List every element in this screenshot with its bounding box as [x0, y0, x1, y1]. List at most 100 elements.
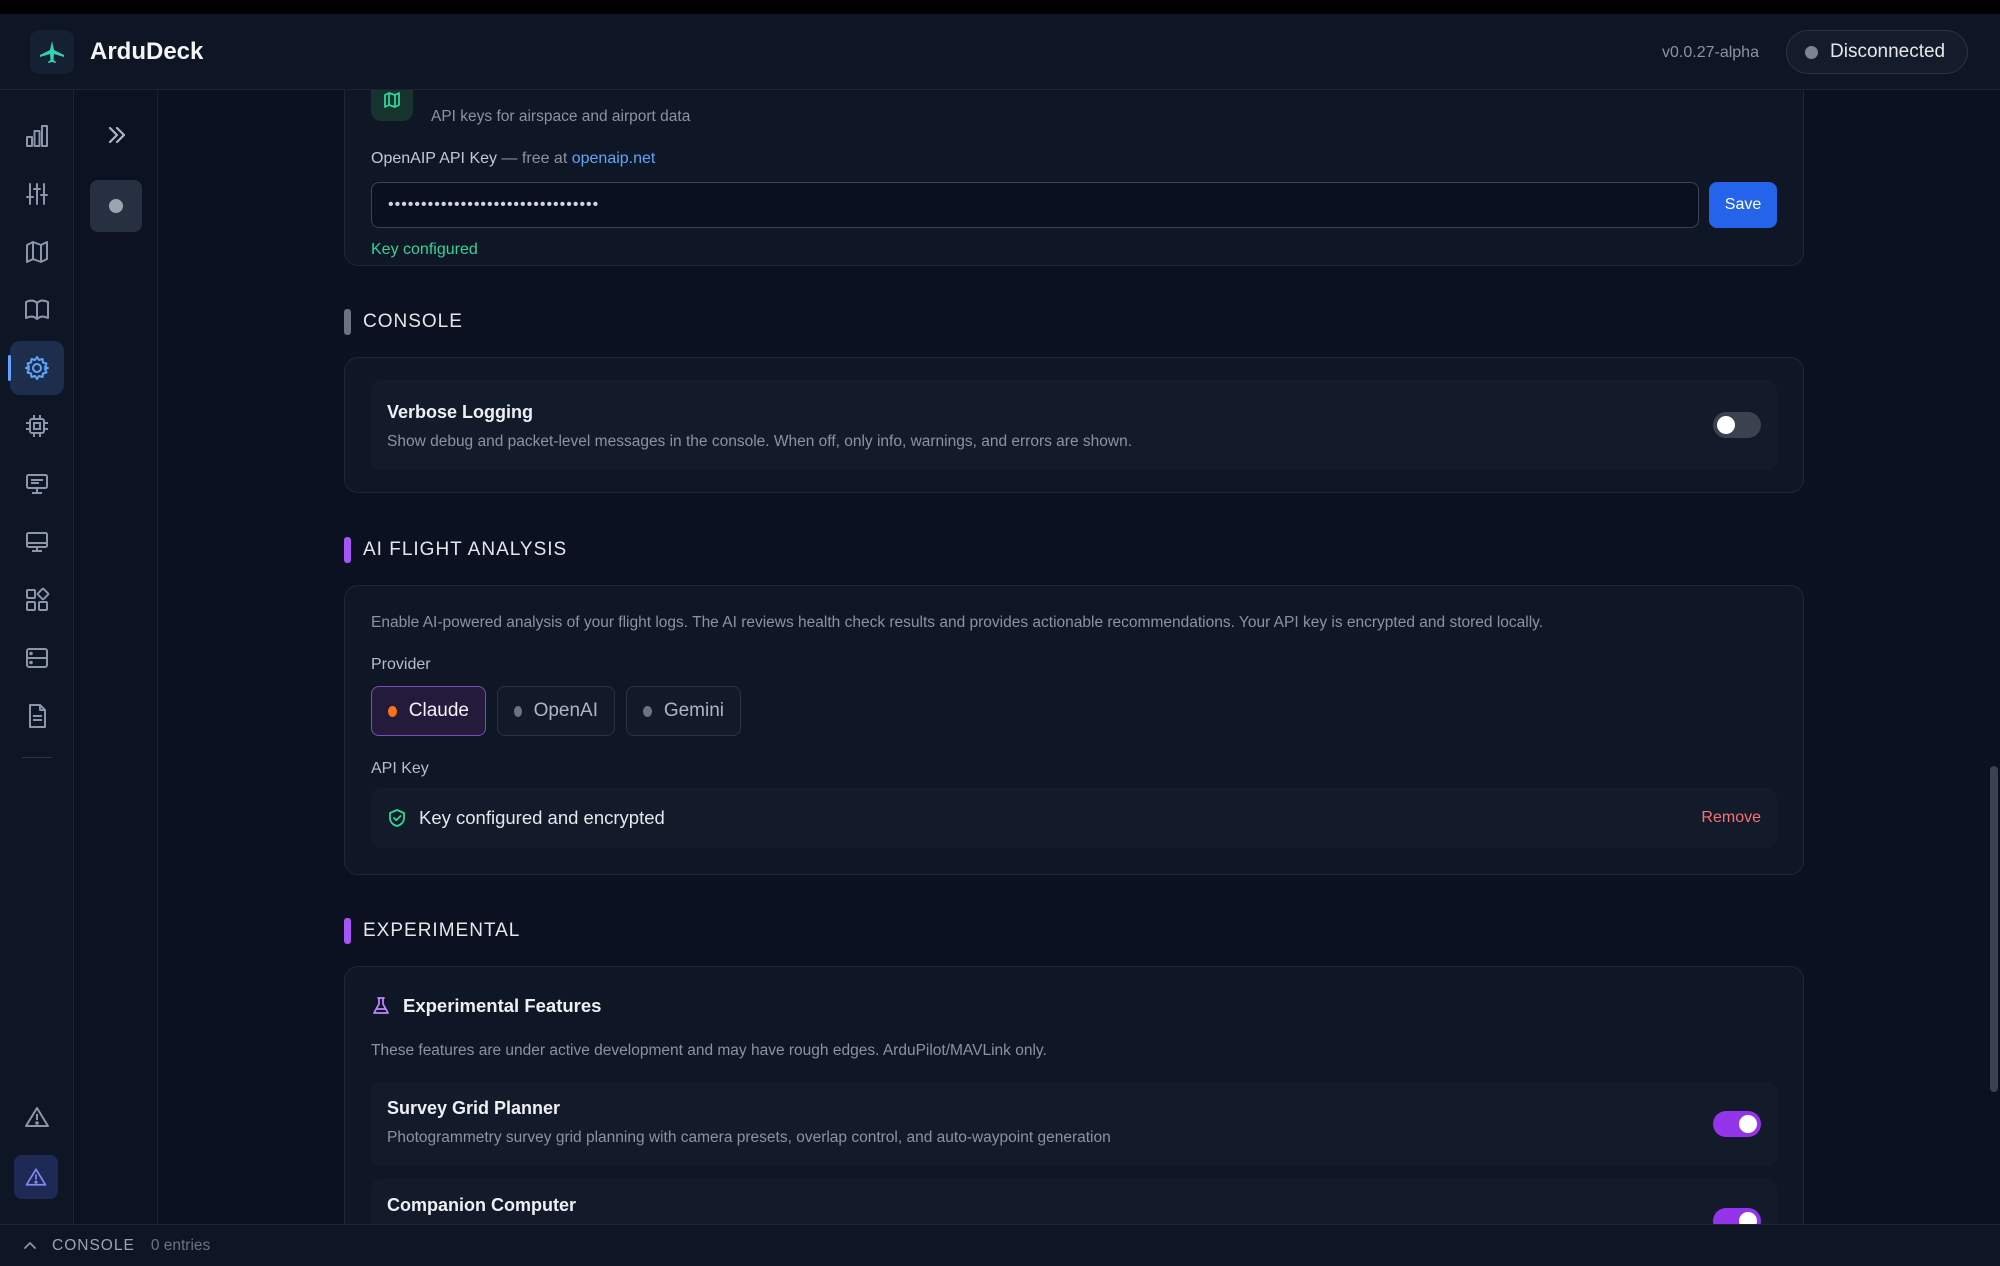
scrollbar-thumb[interactable]: [1990, 766, 1998, 1092]
nav-alerts[interactable]: [14, 1155, 58, 1199]
modules-grid-icon: [26, 587, 50, 611]
shield-check-icon: [389, 809, 405, 827]
save-key-button[interactable]: Save: [1709, 182, 1777, 228]
provider-gemini-label: Gemini: [663, 700, 724, 721]
dashboard-chart-icon: [26, 125, 48, 147]
flask-icon: [373, 997, 389, 1014]
experimental-card: Experimental Features These features are…: [344, 966, 1804, 1224]
console-card: Verbose Logging Show debug and packet-le…: [344, 357, 1804, 493]
nav-map[interactable]: [10, 225, 64, 279]
window-top-strip: [0, 0, 2000, 14]
chevron-up-icon[interactable]: [22, 1238, 38, 1254]
nav-ground-station[interactable]: [10, 457, 64, 511]
app-logo: [30, 30, 74, 74]
section-accent-bar: [344, 537, 351, 563]
secondary-panel: [74, 90, 158, 1224]
storage-icon: [26, 648, 48, 668]
settings-content: API keys for airspace and airport data O…: [158, 90, 1988, 1224]
settings-gear-icon: [25, 356, 49, 380]
dot-icon: [109, 199, 123, 213]
survey-grid-toggle[interactable]: [1713, 1111, 1761, 1137]
console-entries-count: 0 entries: [150, 1236, 211, 1254]
map-api-subtitle: API keys for airspace and airport data: [431, 108, 691, 125]
verbose-logging-desc: Show debug and packet-level messages in …: [387, 433, 1132, 450]
companion-computer-toggle[interactable]: [1713, 1208, 1761, 1224]
verbose-logging-toggle[interactable]: [1713, 412, 1761, 438]
openaip-link[interactable]: openaip.net: [572, 150, 656, 167]
connection-status-button[interactable]: Disconnected: [1786, 30, 1968, 74]
provider-dot-icon: [643, 705, 652, 717]
chevrons-right-icon: [108, 126, 126, 144]
verbose-logging-row: Verbose Logging Show debug and packet-le…: [371, 380, 1777, 470]
api-key-status-text: Key configured and encrypted: [419, 807, 665, 828]
experimental-section-header: EXPERIMENTAL: [344, 918, 520, 944]
ai-description: Enable AI-powered analysis of your fligh…: [371, 614, 1544, 631]
experimental-description: These features are under active developm…: [371, 1042, 1047, 1059]
openaip-key-label-row: OpenAIP API Key — free at openaip.net: [371, 150, 655, 168]
tuning-sliders-icon: [26, 183, 48, 205]
section-accent-bar: [344, 918, 351, 944]
nav-modules[interactable]: [10, 573, 64, 627]
nav-storage[interactable]: [10, 631, 64, 685]
provider-openai-button[interactable]: OpenAI: [497, 686, 615, 736]
provider-label: Provider: [371, 656, 431, 673]
plane-logo-icon: [40, 41, 64, 63]
feature-row: Companion Computer: [371, 1179, 1777, 1224]
panel-item-button[interactable]: [90, 180, 142, 232]
icon-sidebar-nav: [0, 90, 74, 1224]
toggle-knob: [1739, 1212, 1757, 1224]
key-status-text: Key configured: [371, 241, 478, 258]
api-key-label: API Key: [371, 760, 429, 777]
ai-section-title: AI FLIGHT ANALYSIS: [363, 539, 568, 560]
provider-dot-icon: [514, 705, 522, 717]
map-api-badge: [371, 90, 413, 121]
monitor-icon: [26, 532, 48, 552]
api-key-status-row: Key configured and encrypted Remove: [371, 788, 1777, 848]
verbose-logging-title: Verbose Logging: [387, 402, 534, 422]
provider-claude-button[interactable]: Claude: [371, 686, 486, 736]
provider-gemini-button[interactable]: Gemini: [626, 686, 741, 736]
ai-section-header: AI FLIGHT ANALYSIS: [344, 537, 567, 563]
connection-status-label: Disconnected: [1830, 41, 1946, 62]
console-section-title: CONSOLE: [363, 311, 463, 332]
openaip-key-label: OpenAIP API Key: [371, 150, 498, 167]
map-icon: [26, 241, 48, 263]
console-bar-label: CONSOLE: [52, 1236, 135, 1254]
nav-docs[interactable]: [10, 283, 64, 337]
provider-claude-label: Claude: [408, 700, 469, 721]
nav-logs[interactable]: [10, 689, 64, 743]
section-accent-bar: [344, 309, 351, 335]
alert-triangle-icon: [25, 1168, 47, 1186]
monitor-desk-icon: [26, 474, 48, 494]
feature-title: Survey Grid Planner: [387, 1098, 561, 1118]
experimental-card-header: Experimental Features: [371, 995, 601, 1017]
feature-row: Survey Grid Planner Photogrammetry surve…: [371, 1082, 1777, 1166]
app-title: ArduDeck: [90, 38, 204, 65]
toggle-knob: [1717, 416, 1735, 434]
expand-panel-button[interactable]: [102, 120, 132, 150]
version-label: v0.0.27-alpha: [1662, 44, 1759, 61]
book-icon: [25, 299, 49, 320]
toggle-knob: [1739, 1115, 1757, 1133]
warning-triangle-icon: [25, 1107, 49, 1127]
map-icon: [384, 92, 400, 108]
console-section-header: CONSOLE: [344, 309, 463, 335]
map-api-card: API keys for airspace and airport data O…: [344, 90, 1804, 266]
scrollbar-track[interactable]: [1988, 90, 2000, 1224]
console-bar[interactable]: CONSOLE 0 entries: [0, 1224, 2000, 1266]
nav-tuning[interactable]: [10, 167, 64, 221]
remove-key-button[interactable]: Remove: [1701, 809, 1761, 827]
nav-display[interactable]: [10, 515, 64, 569]
provider-openai-label: OpenAI: [533, 700, 598, 721]
ai-analysis-card: Enable AI-powered analysis of your fligh…: [344, 585, 1804, 875]
status-dot-icon: [1805, 45, 1818, 59]
cpu-chip-icon: [26, 415, 48, 437]
feature-desc: Photogrammetry survey grid planning with…: [387, 1129, 1111, 1146]
nav-settings[interactable]: [8, 341, 64, 395]
nav-warnings[interactable]: [10, 1090, 64, 1144]
document-icon: [29, 704, 46, 728]
nav-dashboard[interactable]: [10, 109, 64, 163]
experimental-section-title: EXPERIMENTAL: [363, 920, 521, 941]
openaip-key-input[interactable]: ••••••••••••••••••••••••••••••••: [371, 182, 1699, 228]
nav-hardware[interactable]: [10, 399, 64, 453]
